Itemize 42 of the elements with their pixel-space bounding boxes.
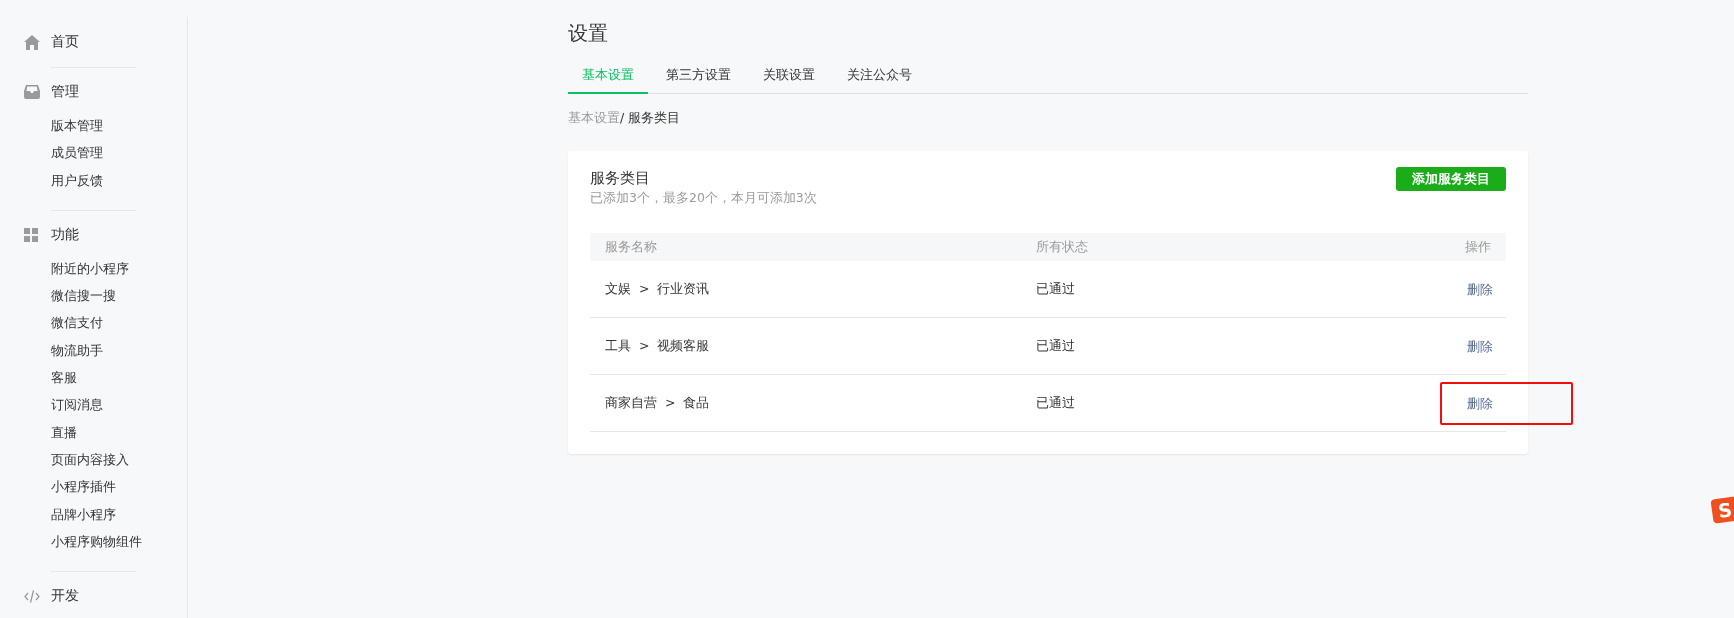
sidebar-subitem[interactable]: 品牌小程序 [51, 504, 187, 532]
code-icon [24, 589, 40, 603]
sidebar-subitem[interactable]: 订阅消息 [51, 395, 187, 423]
column-header: 操作 [1264, 233, 1506, 261]
breadcrumb-current: / 服务类目 [620, 110, 681, 127]
sidebar-subitem[interactable]: 客服 [51, 368, 187, 396]
sidebar-item[interactable]: 功能 [51, 225, 79, 244]
inbox-icon [24, 85, 40, 99]
delete-link[interactable]: 删除 [1467, 338, 1493, 354]
status-text: 已通过 [1035, 394, 1075, 410]
sidebar-subitem[interactable]: 微信支付 [51, 313, 187, 341]
service-name: 工具 > 视频客服 [605, 337, 710, 353]
sidebar-subitem[interactable]: 直播 [51, 422, 187, 450]
sidebar-subitem[interactable]: 小程序插件 [51, 477, 187, 505]
service-name: 商家自营 > 食品 [605, 394, 710, 410]
card-subtitle: 已添加3个，最多20个，本月可添加3次 [590, 190, 817, 207]
sidebar-subitem[interactable]: 版本管理 [51, 116, 187, 144]
tab[interactable]: 第三方设置 [652, 66, 745, 94]
sidebar-subitem[interactable]: 附近的小程序 [51, 258, 187, 287]
sidebar-item[interactable]: 管理 [51, 83, 79, 101]
sidebar-item[interactable]: 开发 [51, 587, 79, 606]
sidebar-subitem[interactable]: 页面内容接入 [51, 449, 187, 478]
ime-toolbar-badge[interactable]: S [1710, 496, 1734, 524]
service-name: 文娱 > 行业资讯 [605, 280, 710, 296]
column-header: 所有状态 [1020, 233, 1265, 261]
sidebar-item[interactable]: 首页 [51, 33, 79, 51]
sidebar-subitem[interactable]: 成员管理 [51, 143, 187, 171]
page-title: 设置 [568, 20, 609, 47]
sidebar-subitem[interactable]: 微信搜一搜 [51, 286, 187, 314]
sidebar-subitem[interactable]: 小程序购物组件 [51, 531, 187, 560]
sidebar-subitem[interactable]: 物流助手 [51, 340, 187, 369]
delete-link[interactable]: 删除 [1467, 281, 1493, 297]
home-icon [24, 34, 40, 50]
status-text: 已通过 [1035, 337, 1075, 353]
tab[interactable]: 关注公众号 [833, 66, 926, 94]
grid-icon [24, 227, 38, 242]
status-text: 已通过 [1035, 280, 1075, 296]
tab[interactable]: 关联设置 [749, 66, 829, 94]
column-header: 服务名称 [590, 233, 1021, 261]
delete-link[interactable]: 删除 [1467, 395, 1493, 411]
card-title: 服务类目 [590, 168, 651, 189]
sidebar-subitem[interactable]: 用户反馈 [51, 170, 187, 198]
